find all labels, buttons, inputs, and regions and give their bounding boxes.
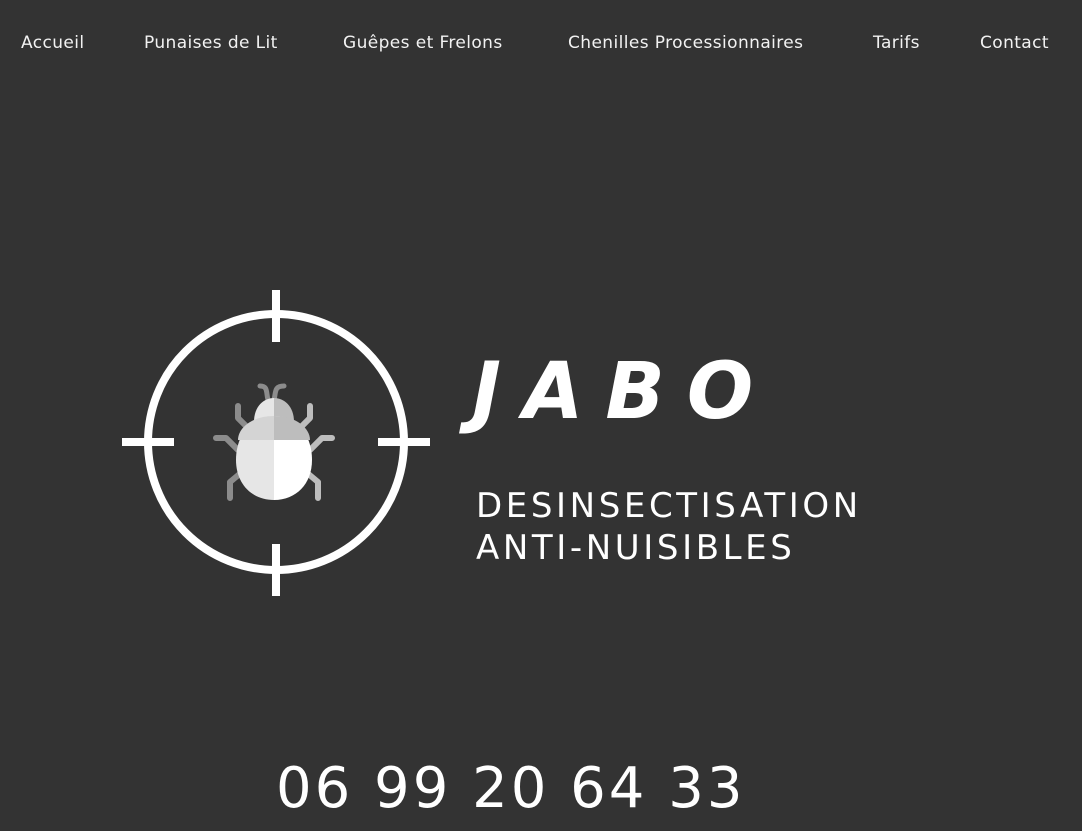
brand-tagline-line2: ANTI-NUISIBLES bbox=[476, 528, 796, 568]
brand-name: JABO bbox=[472, 347, 776, 437]
brand-tagline-line1: DESINSECTISATION bbox=[476, 486, 862, 526]
phone-number[interactable]: 06 99 20 64 33 bbox=[276, 753, 746, 825]
bug-in-crosshair-icon bbox=[122, 290, 430, 596]
brand-logo: JABO DESINSECTISATION ANTI-NUISIBLES bbox=[0, 0, 1082, 831]
